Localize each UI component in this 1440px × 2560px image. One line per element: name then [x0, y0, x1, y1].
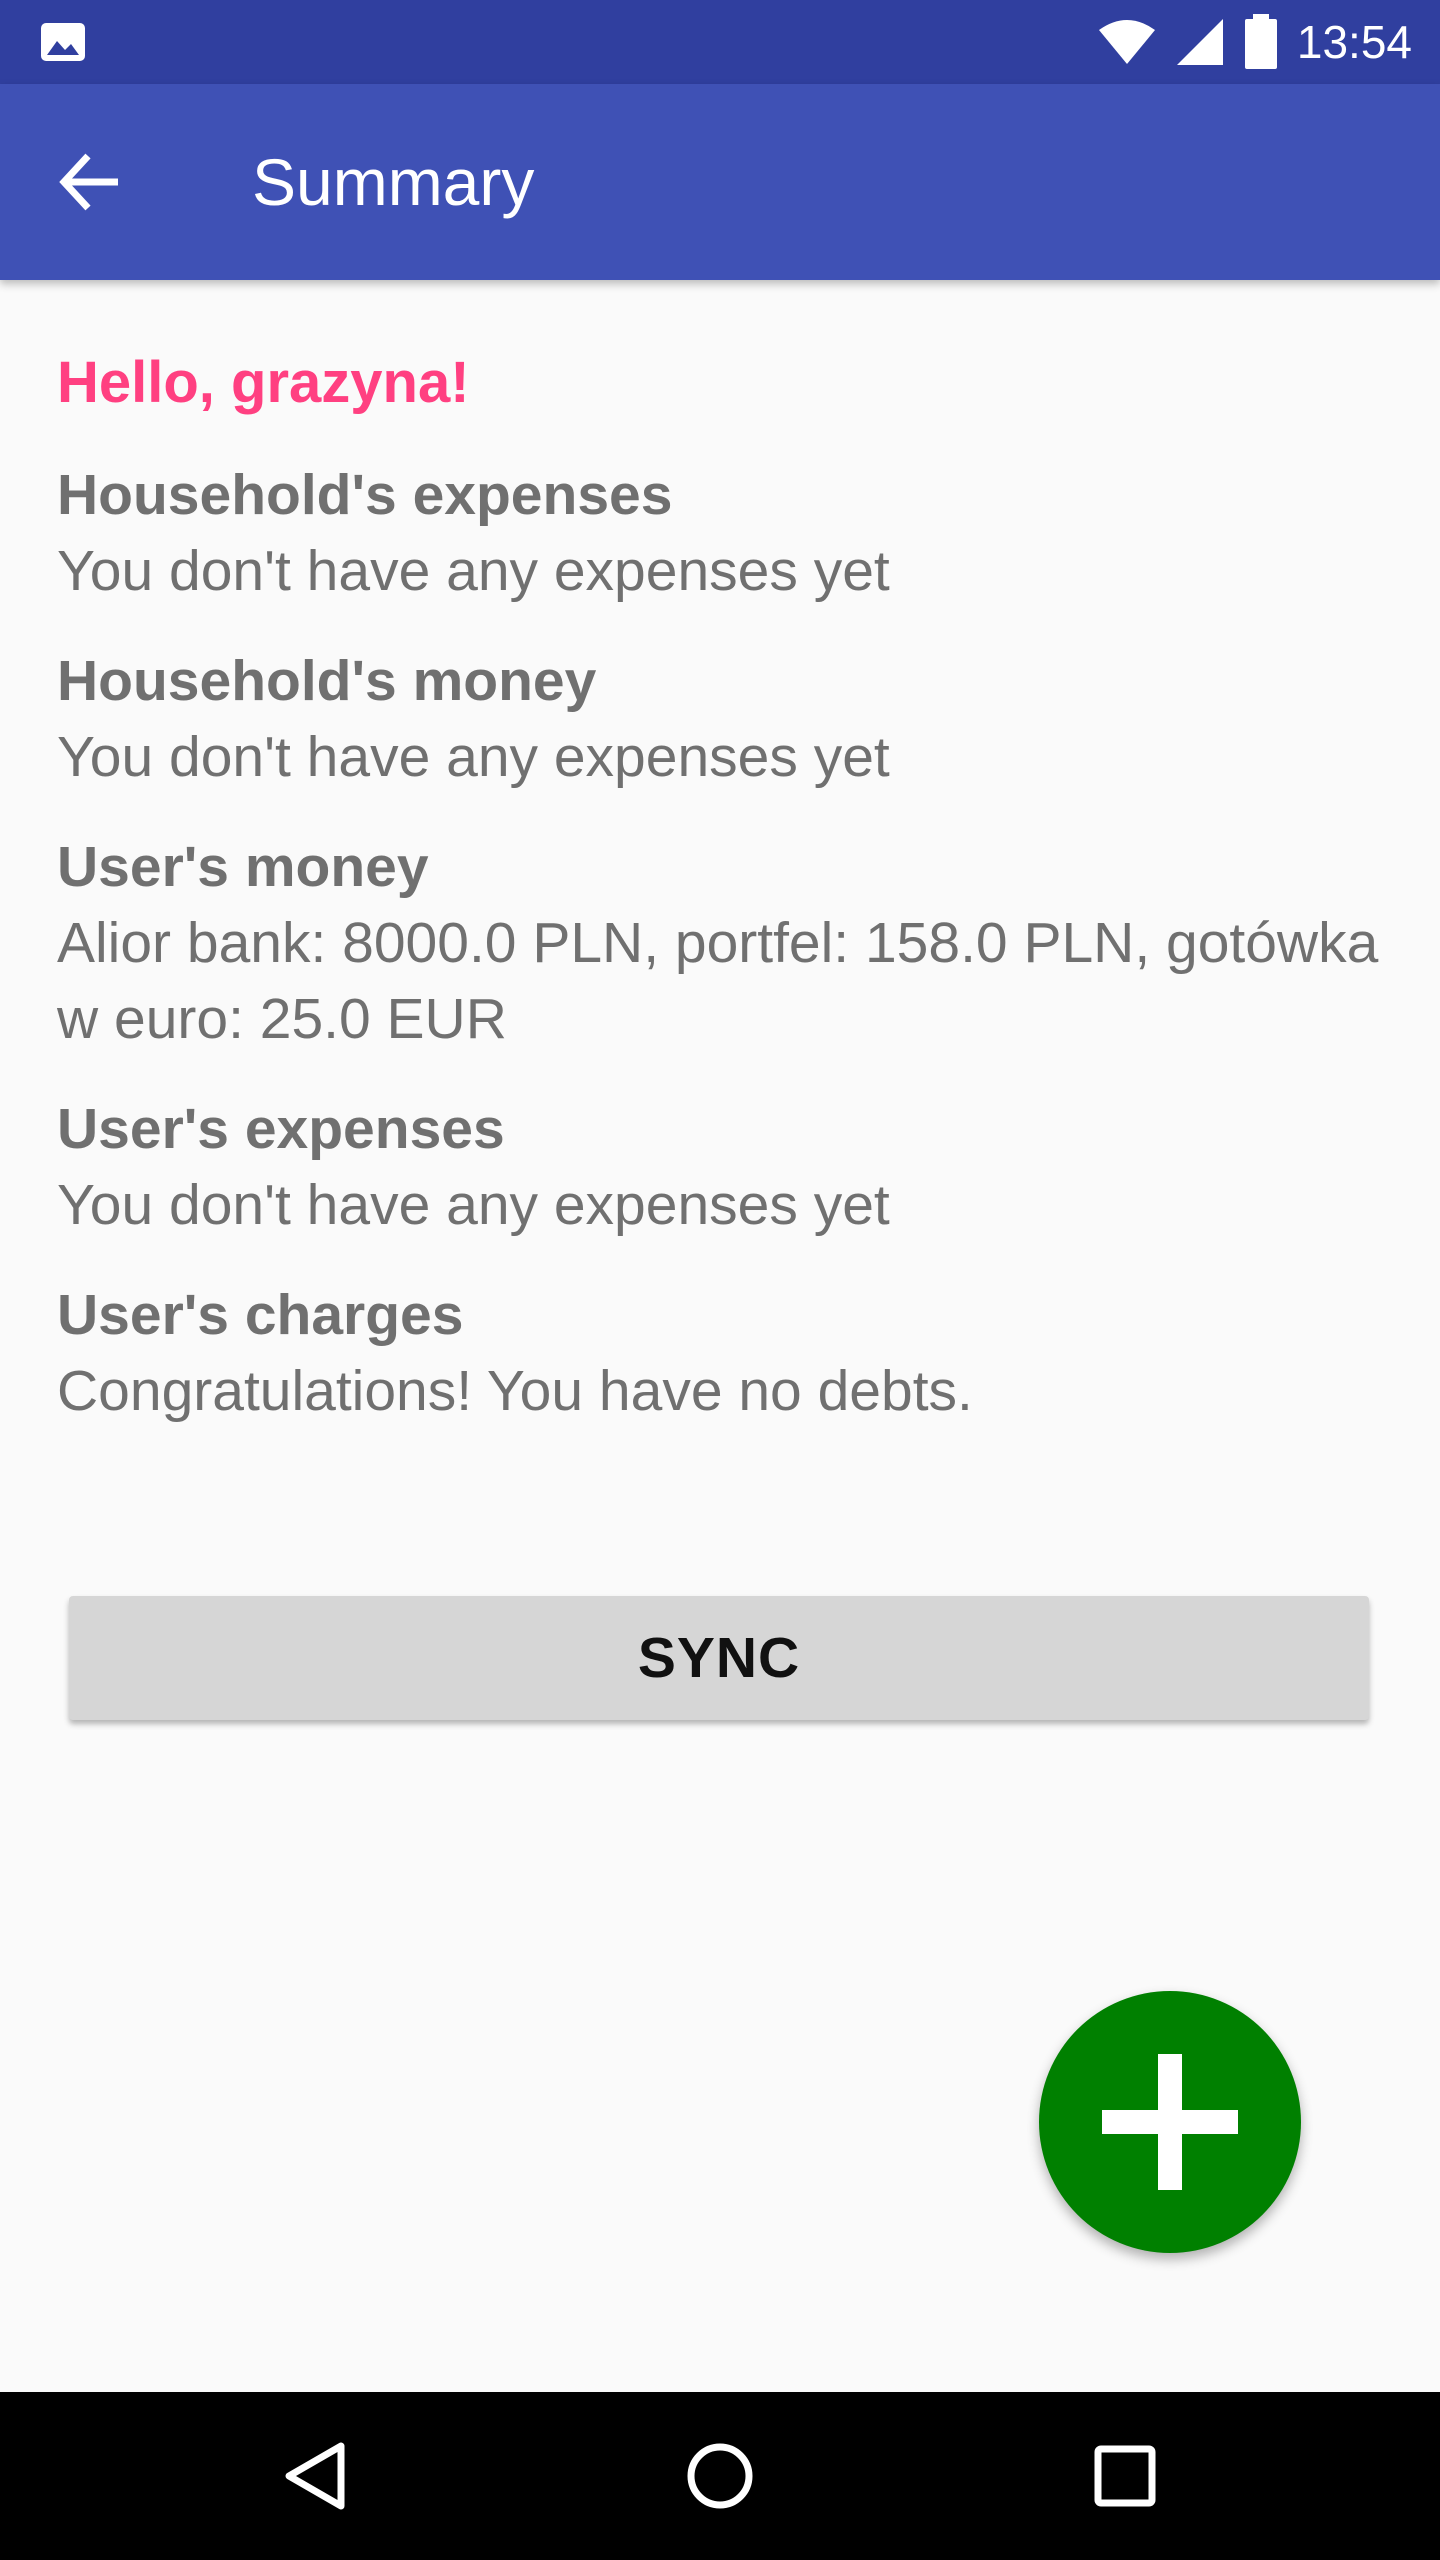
section-household-expenses: Household's expenses You don't have any … [57, 457, 1387, 609]
sync-button[interactable]: SYNC [69, 1596, 1369, 1720]
section-household-money: Household's money You don't have any exp… [57, 643, 1387, 795]
greeting-text: Hello, grazyna! [57, 350, 470, 415]
nav-back-button[interactable] [265, 2426, 365, 2526]
section-user-money: User's money Alior bank: 8000.0 PLN, por… [57, 829, 1387, 1057]
image-notification-icon [41, 23, 85, 61]
nav-recents-button[interactable] [1075, 2426, 1175, 2526]
add-fab-button[interactable] [1039, 1991, 1301, 2253]
status-bar: 13:54 [0, 0, 1440, 84]
section-text: Alior bank: 8000.0 PLN, portfel: 158.0 P… [57, 911, 1379, 1051]
signal-icon [1176, 19, 1223, 65]
navigation-bar [0, 2392, 1440, 2560]
section-text: You don't have any expenses yet [57, 539, 890, 603]
back-triangle-icon [285, 2442, 345, 2510]
section-title: Household's money [57, 649, 597, 713]
section-title: User's charges [57, 1283, 464, 1347]
section-text: You don't have any expenses yet [57, 725, 890, 789]
wifi-icon [1098, 20, 1155, 64]
plus-icon [1102, 2054, 1238, 2190]
summary-content: Hello, grazyna! Household's expenses You… [57, 280, 1387, 1429]
arrow-back-icon [59, 153, 118, 211]
recents-square-icon [1094, 2445, 1156, 2507]
back-button[interactable] [50, 142, 130, 222]
section-text: Congratulations! You have no debts. [57, 1359, 973, 1423]
battery-icon [1244, 14, 1277, 69]
nav-home-button[interactable] [670, 2426, 770, 2526]
status-time: 13:54 [1296, 16, 1412, 68]
section-user-expenses: User's expenses You don't have any expen… [57, 1091, 1387, 1243]
app-bar: Summary [0, 84, 1440, 280]
section-title: User's expenses [57, 1097, 505, 1161]
page-title: Summary [252, 145, 535, 219]
home-circle-icon [687, 2443, 753, 2509]
section-title: Household's expenses [57, 463, 673, 527]
section-text: You don't have any expenses yet [57, 1173, 890, 1237]
section-title: User's money [57, 835, 429, 899]
status-icons: 13:54 [1097, 0, 1412, 84]
section-user-charges: User's charges Congratulations! You have… [57, 1277, 1387, 1429]
